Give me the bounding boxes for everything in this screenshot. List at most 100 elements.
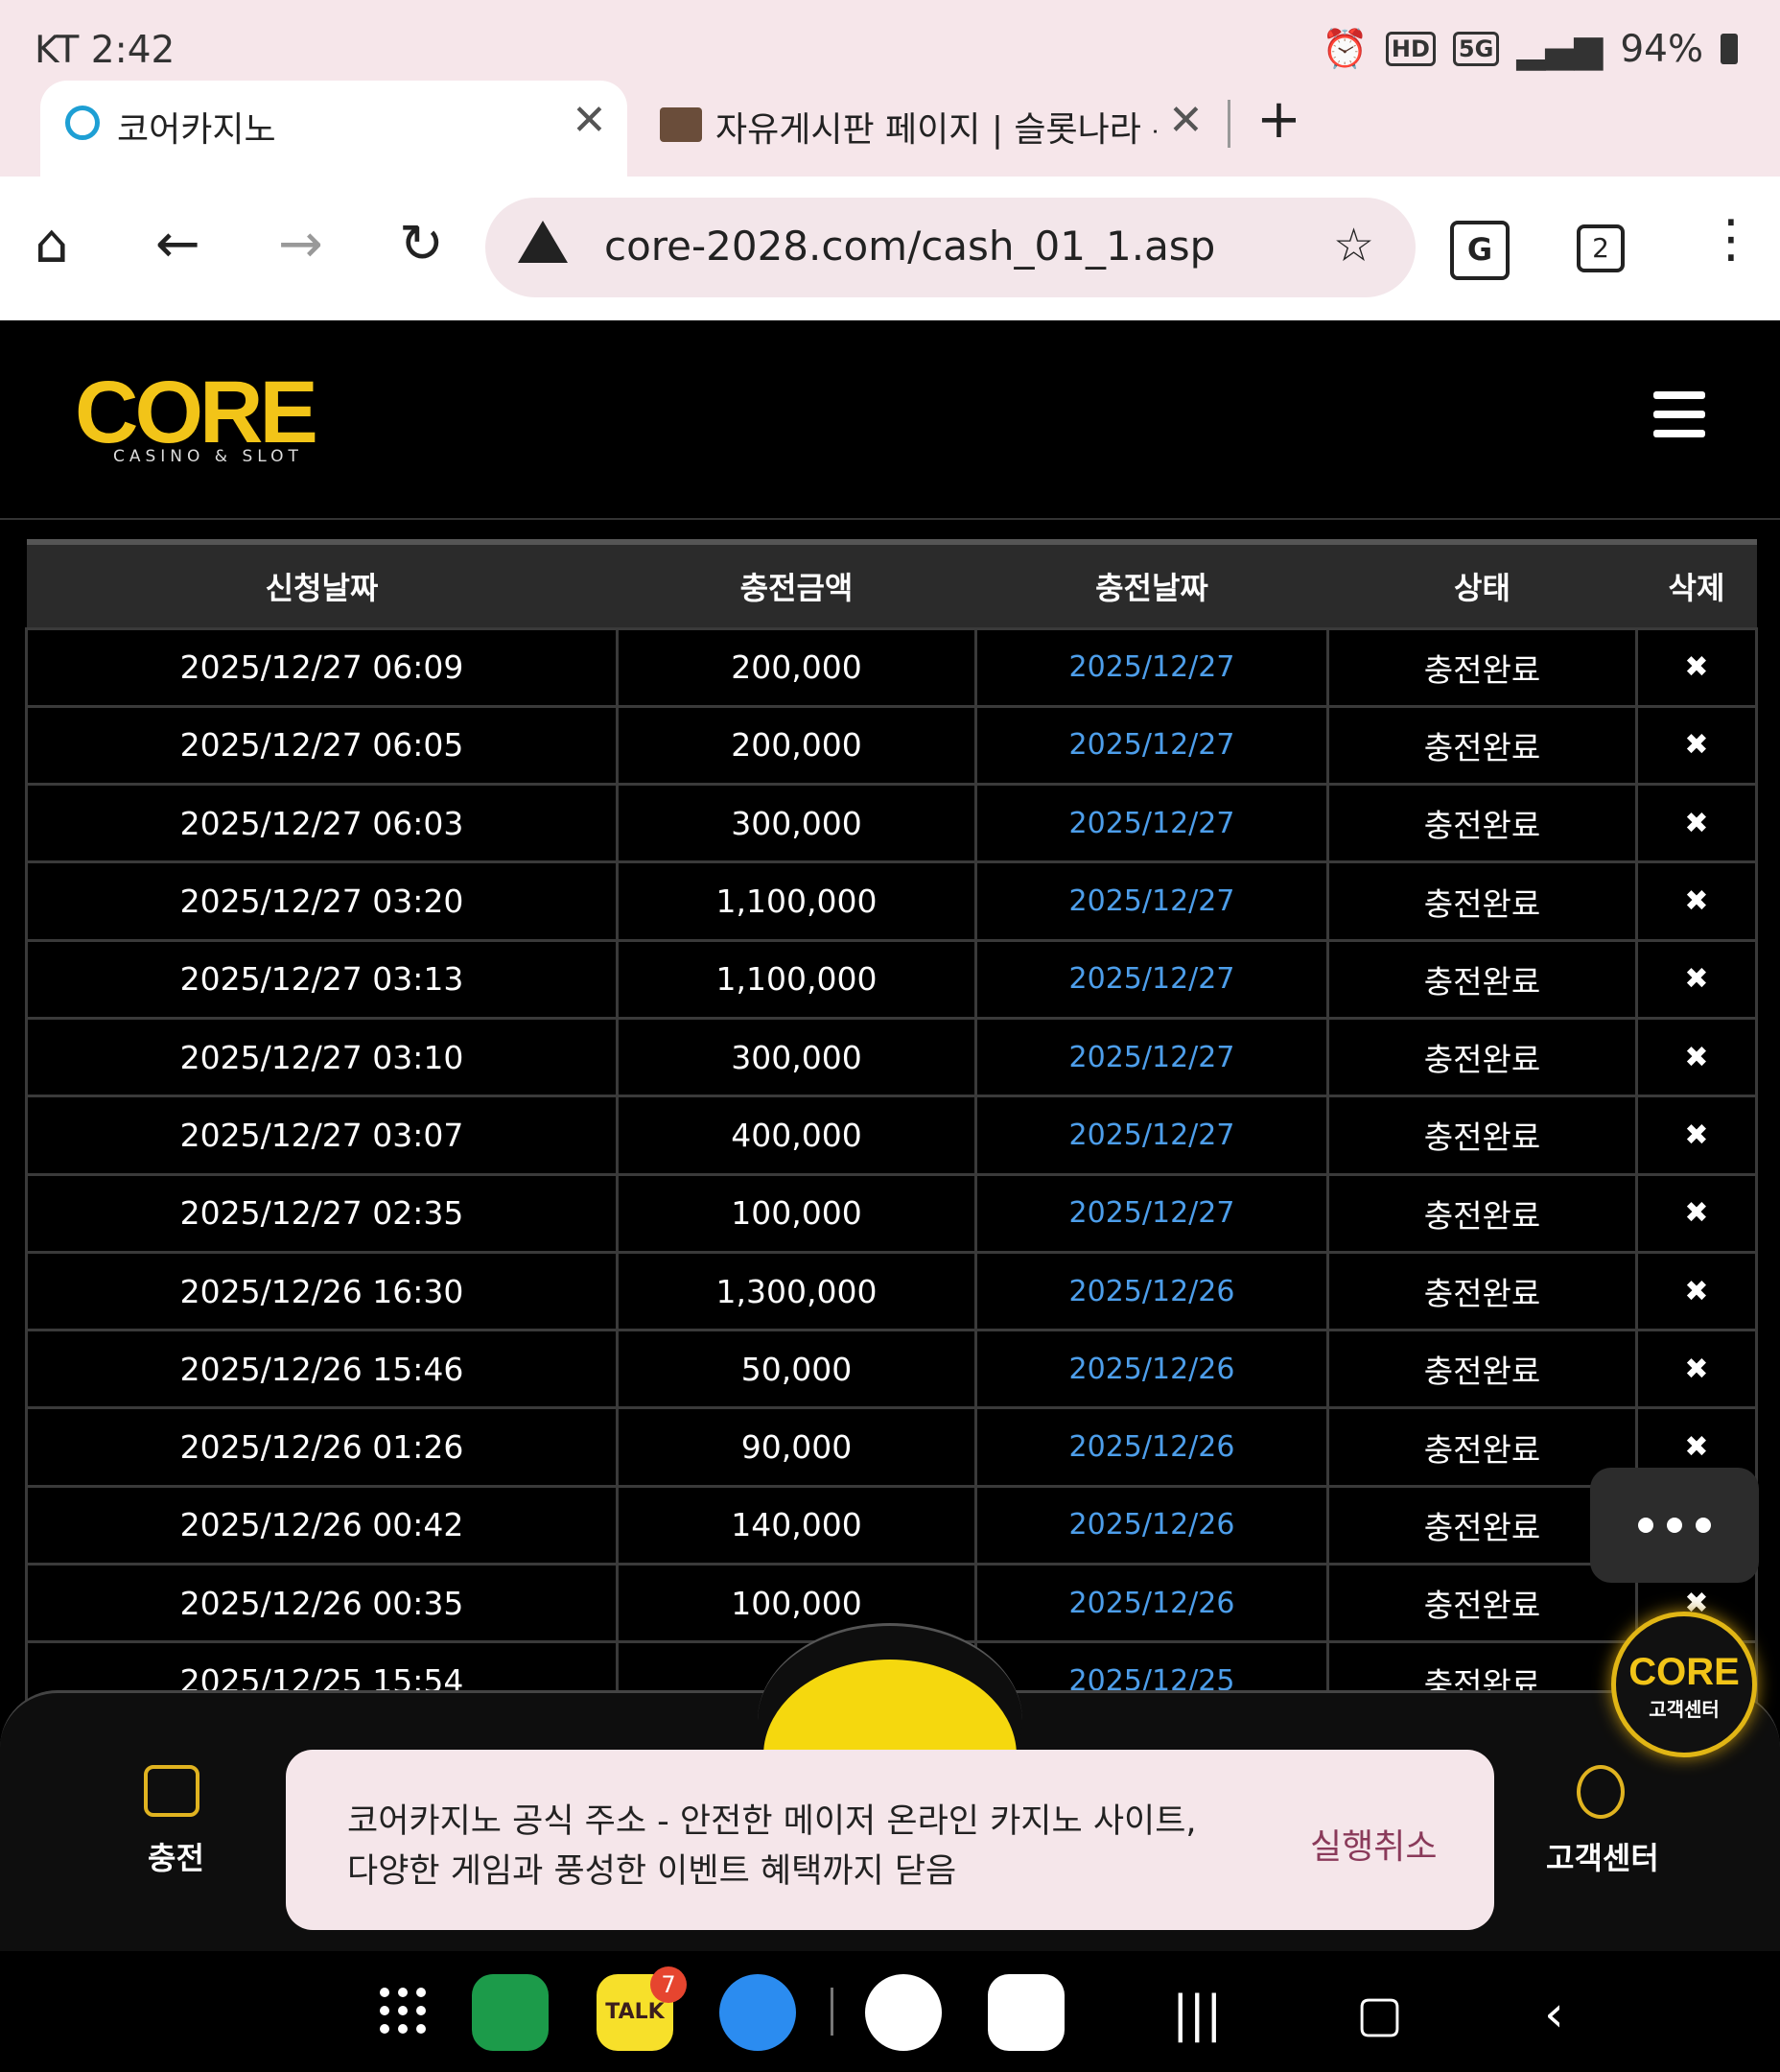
toast-undo-button[interactable]: 실행취소 [1310, 1819, 1437, 1869]
cell-amount: 400,000 [616, 1095, 977, 1176]
delete-icon[interactable]: ✖ [1635, 626, 1758, 708]
new-tab-icon[interactable]: + [1256, 88, 1301, 151]
cell-request-date: 2025/12/27 03:20 [25, 860, 619, 942]
delete-icon[interactable]: ✖ [1635, 860, 1758, 942]
cell-charge-date[interactable]: 2025/12/27 [974, 1016, 1329, 1098]
app-drawer-icon[interactable] [380, 1988, 426, 2034]
bookmark-star-icon[interactable]: ☆ [1333, 219, 1374, 272]
cell-status: 충전완료 [1326, 626, 1638, 708]
customer-service-icon[interactable] [1577, 1765, 1625, 1819]
floating-customer-center-button[interactable]: CORE 고객센터 [1611, 1612, 1757, 1757]
home-button-icon[interactable]: ▢ [1356, 1986, 1403, 2043]
charge-icon[interactable] [144, 1765, 199, 1817]
cell-request-date: 2025/12/26 16:30 [25, 1250, 619, 1332]
cell-request-date: 2025/12/26 00:42 [25, 1484, 619, 1566]
back-button-icon[interactable]: ‹ [1544, 1986, 1564, 2043]
cell-charge-date[interactable]: 2025/12/27 [974, 938, 1329, 1020]
cell-charge-date[interactable]: 2025/12/27 [974, 1172, 1329, 1254]
cell-amount: 300,000 [616, 783, 977, 864]
nav-charge-label[interactable]: 충전 [148, 1834, 204, 1878]
cell-charge-date[interactable]: 2025/12/27 [974, 1095, 1329, 1176]
float-cs-logo: CORE [1628, 1651, 1740, 1693]
cell-amount: 1,100,000 [616, 860, 977, 942]
cell-charge-date[interactable]: 2025/12/27 [974, 860, 1329, 942]
toast-message-line2: 다양한 게임과 풍성한 이벤트 혜택까지 닫음 [347, 1852, 957, 1891]
signal-icon: ▂▄▆ [1516, 27, 1604, 71]
table-row: 2025/12/27 03:20 1,100,000 2025/12/27 충전완료 ✖ [25, 860, 1758, 942]
delete-icon[interactable]: ✖ [1635, 704, 1758, 787]
youtube-music-app-icon[interactable] [865, 1974, 942, 2051]
more-dot-icon [1696, 1518, 1711, 1533]
table-row: 2025/12/27 03:13 1,100,000 2025/12/27 충전완료 ✖ [25, 938, 1758, 1020]
5g-icon: 5G [1452, 32, 1500, 66]
cell-request-date: 2025/12/27 06:03 [25, 783, 619, 864]
tab-title[interactable]: 코어카지노 [117, 102, 276, 152]
cell-charge-date[interactable]: 2025/12/26 [974, 1406, 1329, 1488]
tab-switcher-button[interactable]: 2 [1577, 224, 1625, 272]
delete-icon[interactable]: ✖ [1635, 938, 1758, 1020]
cell-amount: 1,100,000 [616, 938, 977, 1020]
cell-charge-date[interactable]: 2025/12/26 [974, 1484, 1329, 1566]
tab-close-icon[interactable]: ✕ [572, 96, 607, 145]
messages-app-icon[interactable] [719, 1974, 796, 2051]
delete-icon[interactable]: ✖ [1635, 1095, 1758, 1176]
translate-icon[interactable]: G [1450, 221, 1510, 280]
hamburger-menu-icon[interactable] [1653, 391, 1705, 449]
table-row: 2025/12/27 06:05 200,000 2025/12/27 충전완료 ✖ [25, 704, 1758, 787]
cell-status: 충전완료 [1326, 704, 1638, 787]
table-row: 2025/12/27 06:03 300,000 2025/12/27 충전완료 ✖ [25, 783, 1758, 864]
delete-icon[interactable]: ✖ [1635, 783, 1758, 864]
cell-request-date: 2025/12/26 00:35 [25, 1563, 619, 1644]
nav-cs-label[interactable]: 고객센터 [1546, 1834, 1659, 1878]
youtube-app-icon[interactable] [988, 1974, 1065, 2051]
cell-status: 충전완료 [1326, 1250, 1638, 1332]
url-text[interactable]: core-2028.com/cash_01_1.asp [604, 223, 1215, 270]
alarm-icon: ⏰ [1322, 28, 1369, 71]
cell-charge-date[interactable]: 2025/12/26 [974, 1563, 1329, 1644]
cell-request-date: 2025/12/27 06:09 [25, 626, 619, 708]
more-options-button[interactable] [1590, 1468, 1759, 1583]
recent-apps-icon[interactable]: ||| [1172, 1986, 1223, 2043]
toast-message-line1: 코어카지노 공식 주소 - 안전한 메이저 온라인 카지노 사이트, [347, 1802, 1197, 1841]
cell-charge-date[interactable]: 2025/12/26 [974, 1329, 1329, 1410]
cell-charge-date[interactable]: 2025/12/27 [974, 626, 1329, 708]
cell-status: 충전완료 [1326, 1095, 1638, 1176]
home-icon[interactable]: ⌂ [35, 213, 69, 275]
reload-icon[interactable]: ↻ [399, 213, 444, 275]
tab-title-2[interactable]: 자유게시판 페이지 | 슬롯나라 - 2 [715, 102, 1157, 152]
table-header-row: 신청날짜 충전금액 충전날짜 상태 삭제 [26, 542, 1757, 628]
header-request-date: 신청날짜 [265, 569, 379, 606]
cell-amount: 200,000 [616, 626, 977, 708]
cell-status: 충전완료 [1326, 1172, 1638, 1254]
dock-divider [831, 1988, 833, 2036]
cell-amount: 200,000 [616, 704, 977, 787]
browser-menu-icon[interactable]: ⋮ [1705, 213, 1757, 265]
cell-amount: 50,000 [616, 1329, 977, 1410]
cell-charge-date[interactable]: 2025/12/27 [974, 704, 1329, 787]
table-row: 2025/12/27 03:07 400,000 2025/12/27 충전완료 ✖ [25, 1095, 1758, 1176]
cell-request-date: 2025/12/27 02:35 [25, 1172, 619, 1254]
cell-request-date: 2025/12/26 15:46 [25, 1329, 619, 1410]
cell-status: 충전완료 [1326, 1016, 1638, 1098]
header-delete: 삭제 [1668, 569, 1725, 606]
phone-app-icon[interactable] [472, 1974, 549, 2051]
cell-charge-date[interactable]: 2025/12/26 [974, 1250, 1329, 1332]
header-status: 상태 [1454, 569, 1511, 606]
warning-icon[interactable] [518, 221, 568, 263]
delete-icon[interactable]: ✖ [1635, 1172, 1758, 1254]
delete-icon[interactable]: ✖ [1635, 1016, 1758, 1098]
cell-charge-date[interactable]: 2025/12/27 [974, 783, 1329, 864]
header-charge-date: 충전날짜 [1095, 569, 1208, 606]
delete-icon[interactable]: ✖ [1635, 1329, 1758, 1410]
back-icon[interactable]: ← [155, 213, 200, 275]
cell-status: 충전완료 [1326, 860, 1638, 942]
table-row: 2025/12/27 03:10 300,000 2025/12/27 충전완료 ✖ [25, 1016, 1758, 1098]
cell-status: 충전완료 [1326, 938, 1638, 1020]
status-icons: ⏰ HD 5G ▂▄▆ 94% [1322, 27, 1738, 71]
cell-status: 충전완료 [1326, 1329, 1638, 1410]
delete-icon[interactable]: ✖ [1635, 1250, 1758, 1332]
tab-close-icon[interactable]: ✕ [1168, 96, 1204, 145]
slot-favicon-icon [660, 107, 702, 142]
forward-icon[interactable]: → [278, 213, 323, 275]
cell-status: 충전완료 [1326, 1406, 1638, 1488]
